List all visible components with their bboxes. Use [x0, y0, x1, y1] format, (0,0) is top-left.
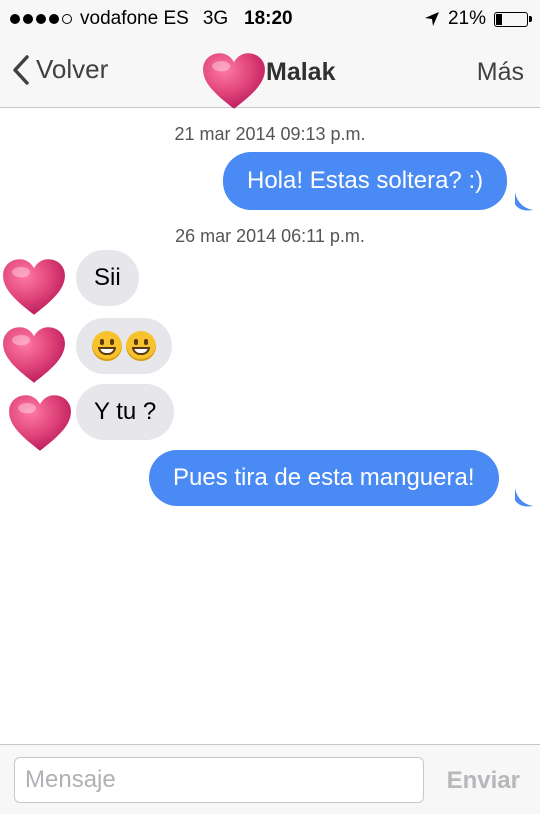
- grinning-face-icon: [92, 331, 122, 361]
- contact-name: Malak: [266, 58, 336, 86]
- location-arrow-icon: [424, 12, 439, 26]
- message-text: Hola! Estas soltera? :): [247, 167, 484, 194]
- grinning-face-icon: [126, 331, 156, 361]
- message-input[interactable]: [14, 757, 424, 803]
- contact-avatar-heart-icon: [0, 326, 68, 384]
- timestamp: 26 mar 2014 06:11 p.m.: [175, 226, 365, 246]
- battery-icon: [494, 11, 532, 27]
- back-button[interactable]: Volver: [12, 54, 108, 85]
- status-time: 18:20: [244, 8, 293, 29]
- signal-strength-icon: [10, 14, 72, 24]
- message-bubble-incoming[interactable]: Sii: [76, 250, 139, 306]
- message-bubble-outgoing[interactable]: Pues tira de esta manguera!: [149, 450, 499, 506]
- more-button[interactable]: Más: [477, 58, 524, 87]
- message-text: Y tu ?: [94, 398, 157, 425]
- send-button[interactable]: Enviar: [447, 767, 520, 795]
- status-bar: vodafone ES 3G 18:20 21%: [0, 0, 540, 38]
- battery-percentage: 21%: [447, 8, 486, 29]
- message-text: Sii: [94, 264, 121, 291]
- back-label: Volver: [36, 54, 109, 84]
- message-bubble-incoming[interactable]: [76, 318, 172, 374]
- message-bubble-outgoing[interactable]: Hola! Estas soltera? :): [223, 152, 508, 210]
- message-text: Pues tira de esta manguera!: [173, 464, 475, 491]
- contact-avatar-heart-icon: [6, 394, 74, 452]
- bubble-tail: [515, 488, 533, 507]
- contact-avatar-heart-icon: [0, 258, 68, 316]
- timestamp: 21 mar 2014 09:13 p.m.: [174, 124, 366, 144]
- chevron-left-icon: [13, 54, 29, 85]
- message-bubble-incoming[interactable]: Y tu ?: [76, 384, 175, 440]
- navigation-bar: Volver Malak Más: [0, 38, 540, 108]
- network-type: 3G: [202, 8, 229, 29]
- message-composer: Enviar: [0, 744, 540, 814]
- contact-avatar-heart-icon[interactable]: [200, 52, 268, 110]
- bubble-tail: [515, 192, 533, 211]
- carrier-name: vodafone ES: [80, 8, 189, 29]
